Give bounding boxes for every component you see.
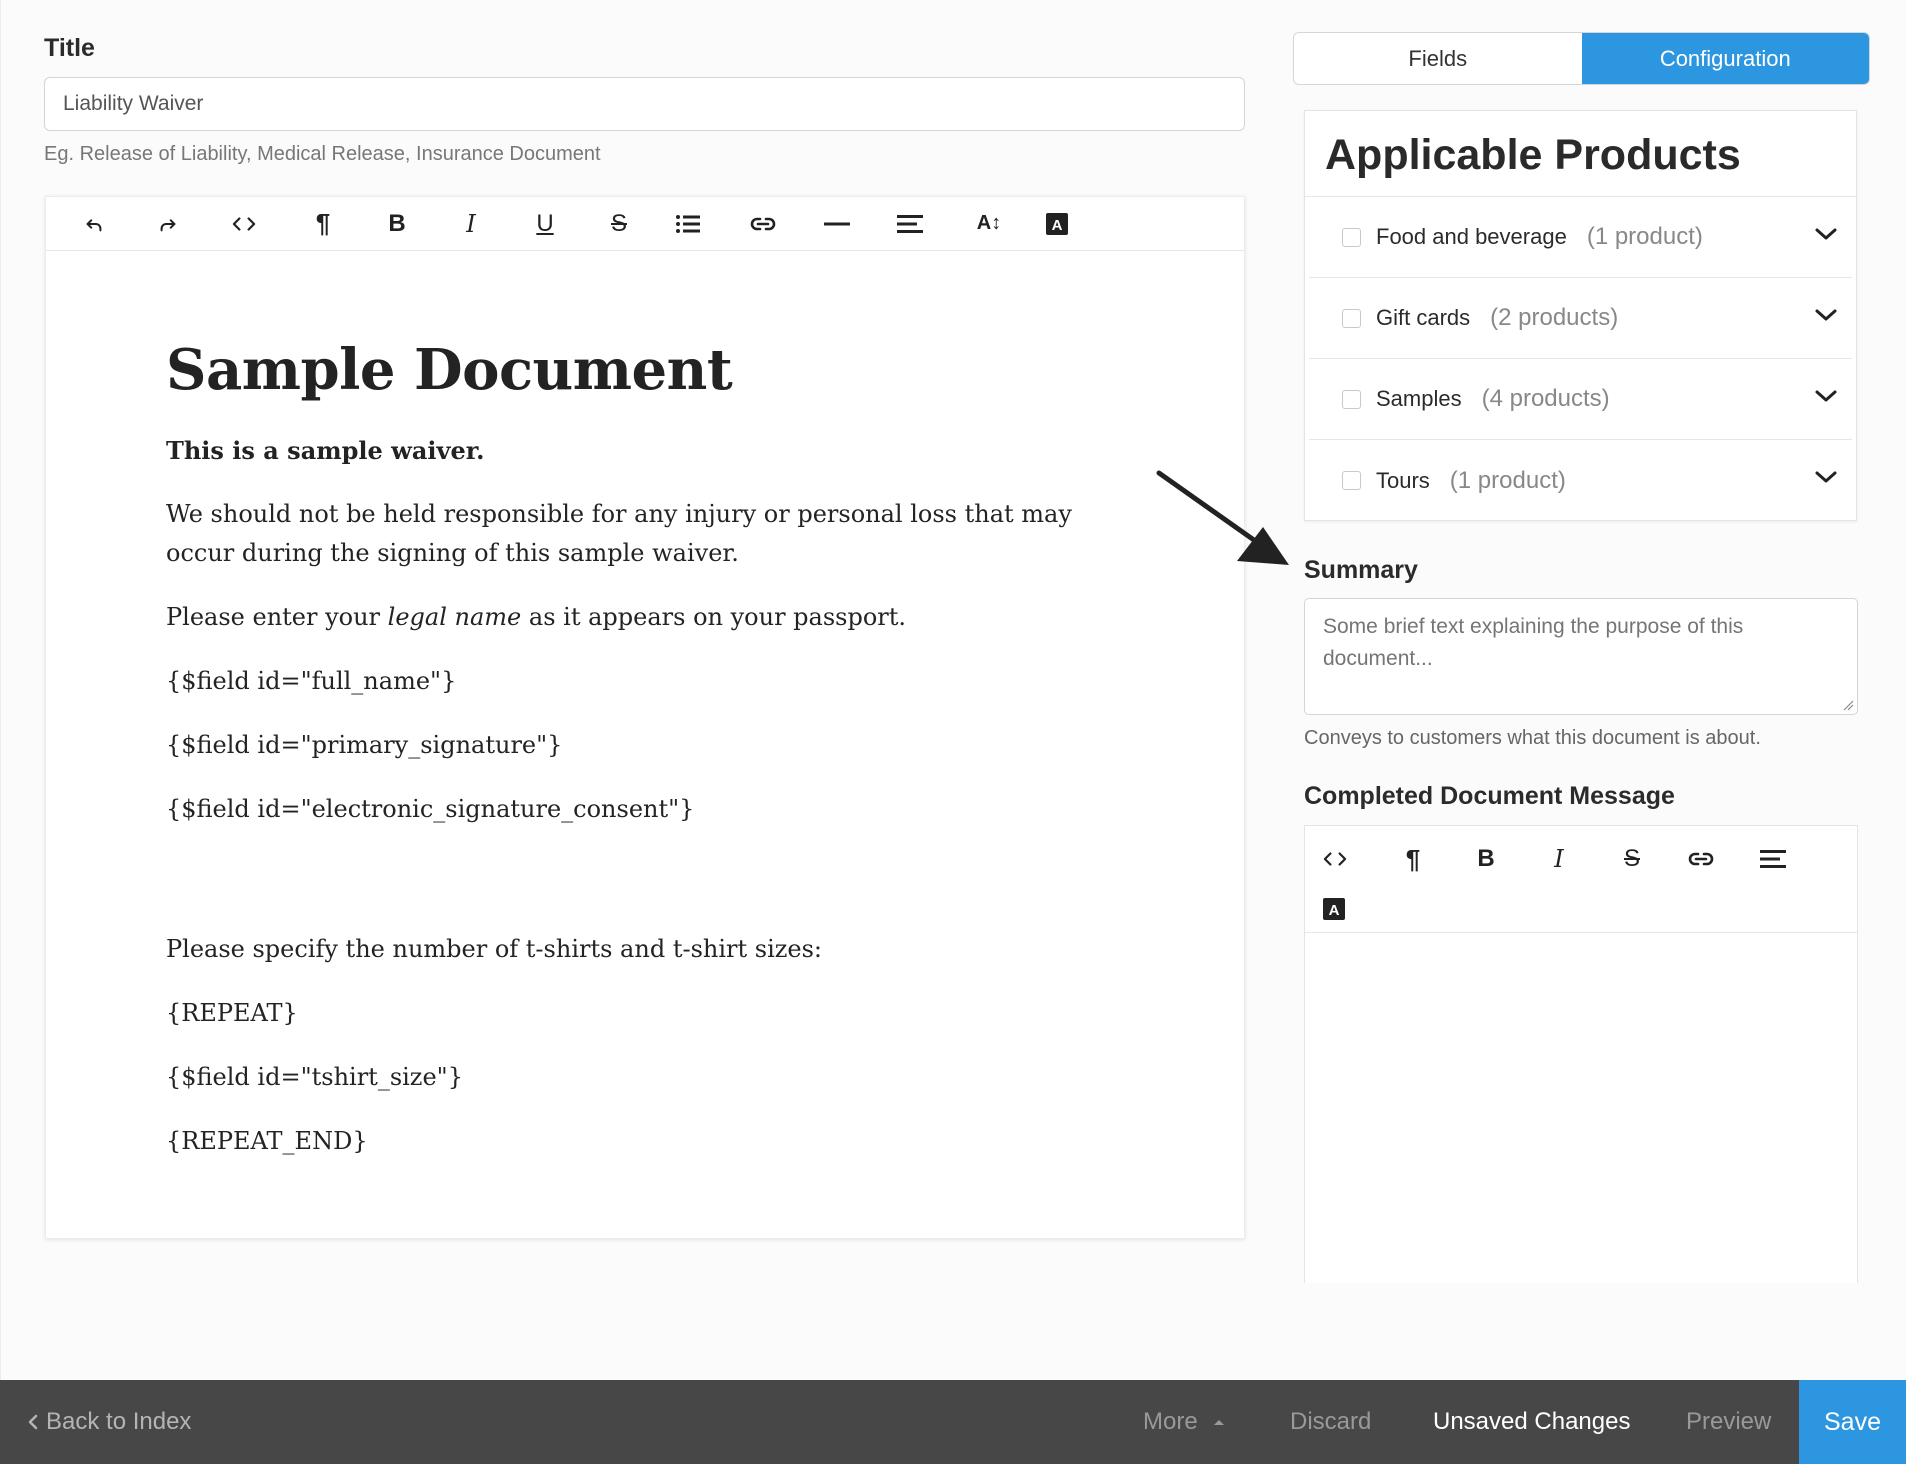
italic-icon[interactable]: I — [1541, 834, 1614, 884]
product-group-name: Gift cards — [1376, 305, 1471, 330]
page: Title Liability Waiver Eg. Release of Li… — [0, 0, 1906, 1380]
resize-grip-icon[interactable] — [1842, 699, 1854, 711]
applicable-products-panel: Applicable Products Food and beverage (1… — [1304, 110, 1857, 521]
text-color-icon[interactable]: A — [1322, 884, 1395, 934]
paragraph-icon[interactable]: ¶ — [305, 204, 379, 244]
product-group-count: (4 products) — [1481, 385, 1610, 412]
bold-icon[interactable]: B — [1468, 834, 1541, 884]
completed-message-toolbar: ¶ B I S A — [1305, 826, 1857, 933]
product-group-count: (1 product) — [1449, 466, 1566, 494]
paragraph-icon[interactable]: ¶ — [1395, 834, 1468, 884]
panel-tabs: Fields Configuration — [1293, 32, 1870, 85]
product-checkbox[interactable] — [1342, 471, 1361, 490]
redo-icon[interactable] — [157, 204, 231, 244]
tab-fields[interactable]: Fields — [1294, 33, 1582, 84]
undo-icon[interactable] — [83, 204, 157, 244]
bold-icon[interactable]: B — [379, 204, 453, 244]
document-lead: This is a sample waiver. — [166, 436, 485, 465]
more-menu-button[interactable]: More — [1143, 1380, 1226, 1464]
chevron-left-icon — [28, 1414, 38, 1430]
product-group-name: Food and beverage — [1376, 224, 1567, 249]
align-icon[interactable] — [897, 204, 971, 244]
title-help-text: Eg. Release of Liability, Medical Releas… — [44, 143, 601, 165]
document-heading: Sample Document — [166, 337, 733, 403]
document-paragraph-legal-name: Please enter your legal name as it appea… — [166, 603, 907, 631]
document-paragraph: We should not be held responsible for an… — [166, 500, 1072, 567]
title-input[interactable]: Liability Waiver — [44, 77, 1245, 131]
link-icon[interactable] — [749, 204, 823, 244]
more-label: More — [1143, 1408, 1198, 1435]
repeat-start-tag: {REPEAT} — [166, 999, 298, 1027]
svg-text:A: A — [1329, 902, 1340, 919]
preview-button[interactable]: Preview — [1686, 1380, 1771, 1464]
back-to-index-link[interactable]: Back to Index — [26, 1380, 191, 1464]
completed-message-label: Completed Document Message — [1304, 782, 1675, 810]
field-placeholder-full-name: {$field id="full_name"} — [166, 667, 457, 695]
document-editor[interactable]: ¶ B I U S A↕ A Sample Document This is a… — [45, 196, 1245, 1239]
field-placeholder-signature: {$field id="primary_signature"} — [166, 731, 563, 759]
svg-text:A: A — [1052, 217, 1063, 234]
underline-icon[interactable]: U — [527, 204, 601, 244]
repeat-end-tag: {REPEAT_END} — [166, 1127, 368, 1155]
product-checkbox[interactable] — [1342, 227, 1361, 247]
product-group-name: Samples — [1376, 386, 1462, 411]
code-icon[interactable] — [1322, 834, 1395, 884]
product-group-row[interactable]: Gift cards (2 products) — [1309, 278, 1852, 359]
product-group-name: Tours — [1376, 467, 1430, 493]
back-to-index-label: Back to Index — [46, 1408, 192, 1435]
chevron-down-icon[interactable] — [1814, 387, 1838, 405]
italic-icon[interactable]: I — [453, 204, 527, 244]
strikethrough-icon[interactable]: S — [1614, 834, 1687, 884]
title-label: Title — [44, 34, 95, 62]
product-checkbox[interactable] — [1342, 389, 1361, 409]
summary-textarea[interactable] — [1304, 598, 1858, 715]
align-icon[interactable] — [1760, 834, 1833, 884]
chevron-down-icon[interactable] — [1814, 225, 1838, 243]
annotation-arrow-icon — [1156, 470, 1289, 565]
unsaved-changes-status: Unsaved Changes — [1433, 1408, 1631, 1435]
product-group-row[interactable]: Tours (1 product) — [1309, 440, 1852, 521]
summary-label: Summary — [1304, 556, 1418, 584]
field-placeholder-tshirt: {$field id="tshirt_size"} — [166, 1063, 463, 1091]
editor-toolbar: ¶ B I U S A↕ A — [46, 197, 1244, 251]
link-icon[interactable] — [1687, 834, 1760, 884]
text-color-icon[interactable]: A — [1045, 204, 1119, 244]
applicable-products-heading: Applicable Products — [1305, 111, 1856, 197]
chevron-down-icon[interactable] — [1814, 468, 1838, 486]
bottom-action-bar: Back to Index More Discard Unsaved Chang… — [0, 1380, 1906, 1464]
discard-button[interactable]: Discard — [1290, 1380, 1371, 1464]
save-button[interactable]: Save — [1799, 1380, 1906, 1464]
completed-message-editor[interactable]: ¶ B I S A — [1304, 825, 1858, 1283]
list-icon[interactable] — [675, 204, 749, 244]
strikethrough-icon[interactable]: S — [601, 204, 675, 244]
product-checkbox[interactable] — [1342, 308, 1361, 328]
product-group-count: (1 product) — [1586, 223, 1703, 250]
product-group-row[interactable]: Food and beverage (1 product) — [1309, 197, 1852, 278]
caret-up-icon — [1213, 1420, 1224, 1425]
product-group-count: (2 products) — [1490, 304, 1619, 331]
code-icon[interactable] — [231, 204, 305, 244]
tab-configuration[interactable]: Configuration — [1581, 33, 1869, 84]
product-group-row[interactable]: Samples (4 products) — [1309, 359, 1852, 440]
font-size-icon[interactable]: A↕ — [971, 204, 1045, 244]
document-body[interactable]: Sample Document This is a sample waiver.… — [166, 337, 1086, 1186]
document-tshirt-prompt: Please specify the number of t-shirts an… — [166, 935, 823, 963]
horizontal-rule-icon[interactable] — [823, 204, 897, 244]
chevron-down-icon[interactable] — [1814, 306, 1838, 324]
field-placeholder-consent: {$field id="electronic_signature_consent… — [166, 795, 695, 823]
summary-help-text: Conveys to customers what this document … — [1304, 727, 1761, 749]
